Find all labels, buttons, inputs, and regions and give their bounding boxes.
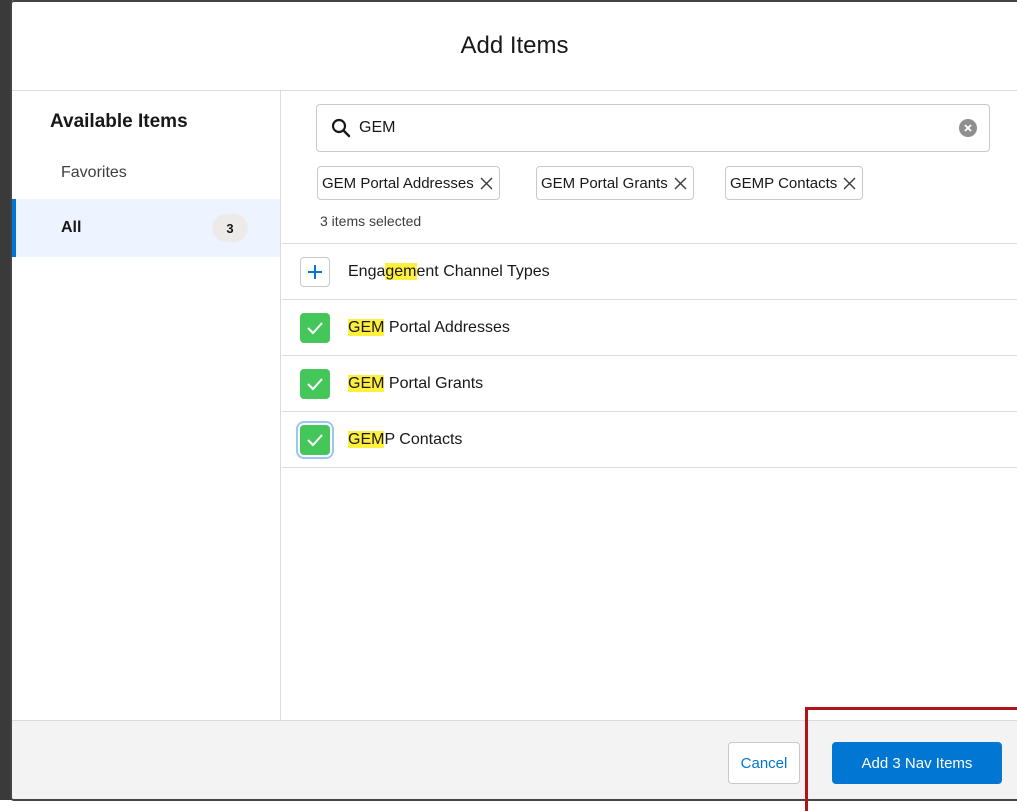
- pill-label: GEM Portal Addresses: [322, 174, 474, 192]
- search-icon: [331, 118, 351, 138]
- close-icon[interactable]: [480, 177, 493, 190]
- modal-title: Add Items: [460, 32, 569, 59]
- list-item[interactable]: GEMP Contacts: [282, 411, 1017, 468]
- available-items-sidebar: Available Items Favorites All 3: [12, 91, 281, 720]
- background-bottom: [0, 800, 1017, 811]
- selected-pill: GEM Portal Grants: [536, 166, 694, 200]
- list-item-label: GEMP Contacts: [348, 430, 463, 448]
- plus-icon[interactable]: [300, 257, 330, 287]
- sidebar-item-all[interactable]: All 3: [12, 199, 280, 257]
- search-box: [316, 104, 990, 152]
- list-item-label: Engagement Channel Types: [348, 263, 550, 280]
- cancel-button[interactable]: Cancel: [728, 742, 800, 784]
- count-badge: 3: [212, 214, 248, 242]
- list-item-label: GEM Portal Addresses: [348, 319, 510, 336]
- list-item[interactable]: Engagement Channel Types: [282, 243, 1017, 300]
- sidebar-item-label: Favorites: [61, 164, 127, 181]
- add-nav-items-button[interactable]: Add 3 Nav Items: [832, 742, 1002, 784]
- checkmark-icon[interactable]: [300, 313, 330, 343]
- list-item[interactable]: GEM Portal Addresses: [282, 299, 1017, 356]
- sidebar-item-label: All: [61, 219, 82, 236]
- add-items-modal: Add Items Available Items Favorites All …: [10, 0, 1017, 801]
- modal-header: Add Items: [12, 2, 1017, 91]
- close-icon[interactable]: [843, 177, 856, 190]
- clear-icon[interactable]: [959, 119, 977, 137]
- modal-footer: Cancel Add 3 Nav Items: [12, 720, 1017, 799]
- pill-label: GEMP Contacts: [730, 174, 838, 192]
- checkmark-icon[interactable]: [300, 369, 330, 399]
- search-input[interactable]: [359, 119, 939, 137]
- close-icon[interactable]: [674, 177, 687, 190]
- selected-pill: GEMP Contacts: [725, 166, 864, 200]
- selected-count: 3 items selected: [320, 213, 422, 229]
- selected-pill: GEM Portal Addresses: [317, 166, 500, 200]
- sidebar-heading: Available Items: [50, 111, 188, 132]
- list-item[interactable]: GEM Portal Grants: [282, 355, 1017, 412]
- list-item-label: GEM Portal Grants: [348, 375, 484, 392]
- pill-label: GEM Portal Grants: [541, 174, 668, 192]
- checkmark-icon[interactable]: [300, 424, 330, 455]
- sidebar-item-favorites[interactable]: Favorites: [12, 146, 280, 200]
- items-panel: GEM Portal Addresses GEM Portal Grants G…: [282, 91, 1017, 720]
